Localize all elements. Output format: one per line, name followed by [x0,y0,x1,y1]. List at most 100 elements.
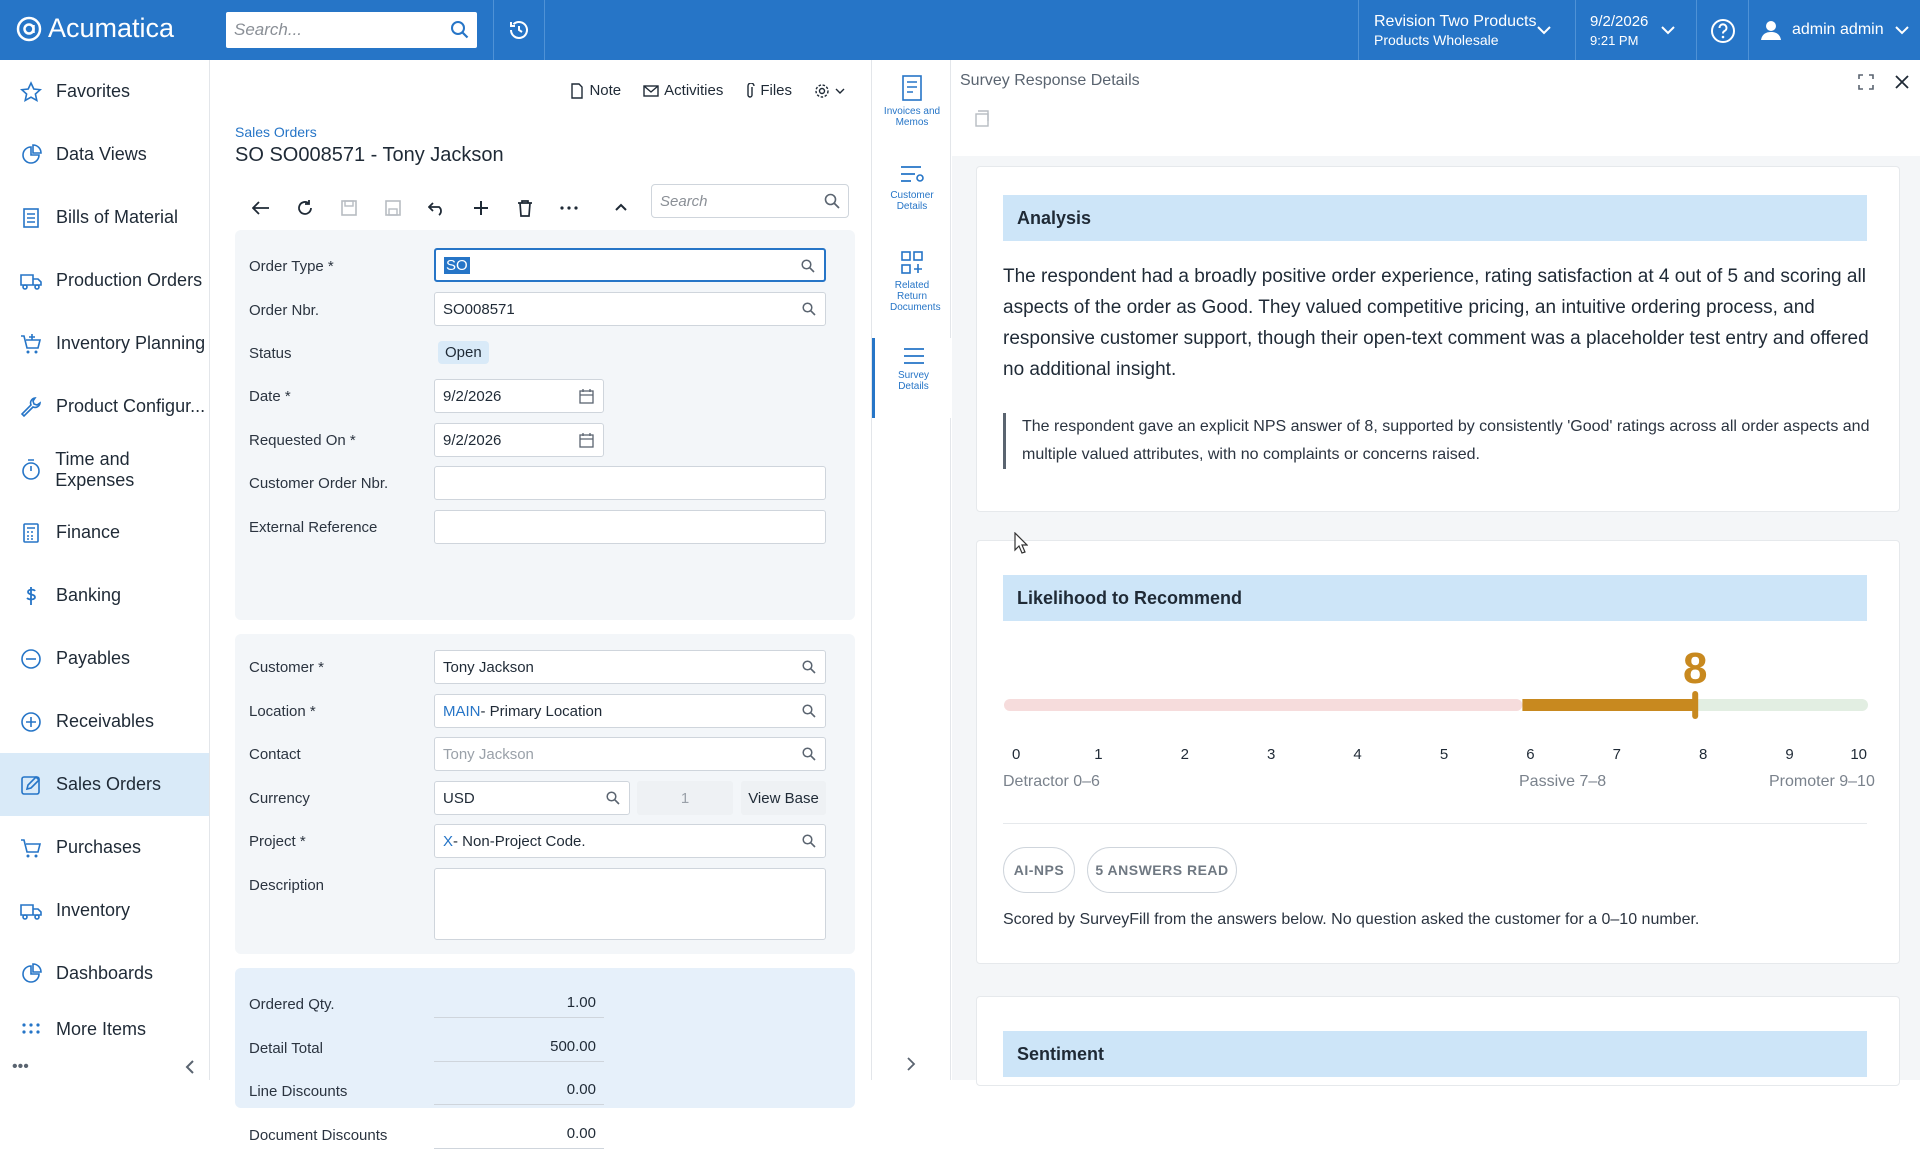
activities-link[interactable]: Activities [643,82,723,99]
description-field[interactable] [434,868,826,940]
sidebar-item-bills-of-material[interactable]: Bills of Material [0,186,209,249]
company-selector[interactable]: Revision Two Products Products Wholesale [1374,12,1536,50]
history-button[interactable] [493,0,545,60]
currency-field[interactable]: USD [434,781,630,815]
paperclip-icon [747,82,756,98]
files-link[interactable]: Files [745,82,792,99]
sidebar-item-finance[interactable]: Finance [0,501,209,564]
calendar-icon[interactable] [579,433,594,448]
breadcrumb[interactable]: Sales Orders [235,124,317,140]
chevron-down-icon[interactable] [1660,24,1676,36]
settings-menu[interactable] [814,83,845,99]
customer-order-nbr-field[interactable] [434,466,826,500]
undo-button[interactable] [415,190,459,226]
search-icon[interactable] [801,259,815,273]
sidebar-item-data-views[interactable]: Data Views [0,123,209,186]
invoices-and-memos-tab[interactable]: Invoices and Memos [872,74,952,128]
search-icon[interactable] [802,302,816,316]
save-icon[interactable] [974,110,990,128]
sidebar-item-banking[interactable]: Banking [0,564,209,627]
survey-details-tab[interactable]: Survey Details [872,338,952,418]
search-icon[interactable] [450,20,470,40]
status-badge: Open [438,341,489,364]
delete-button[interactable] [503,190,547,226]
sidebar-item-product-configur[interactable]: Product Configur... [0,375,209,438]
maximize-icon[interactable] [1858,74,1874,90]
save-close-button[interactable] [327,190,371,226]
company-name: Revision Two Products [1374,13,1537,30]
date-field[interactable]: 9/2/2026 [434,379,604,413]
search-icon[interactable] [606,791,620,805]
form-search-input[interactable]: Search [651,184,849,218]
chevron-up-icon[interactable] [614,202,628,212]
location-code[interactable]: MAIN [443,703,481,720]
search-icon[interactable] [802,834,816,848]
customer-details-tab[interactable]: Customer Details [872,164,952,212]
collapse-sidebar-icon[interactable] [184,1059,196,1075]
customer-field[interactable]: Tony Jackson [434,650,826,684]
external-reference-field[interactable] [434,510,826,544]
back-button[interactable] [239,190,283,226]
project-code[interactable]: X [443,833,453,850]
global-search-input[interactable]: Search... [226,12,477,48]
undo-icon [428,202,442,216]
save-button[interactable] [371,190,415,226]
save-close-icon [341,200,357,216]
trash-icon [518,200,532,217]
help-button[interactable] [1710,18,1736,44]
logo-text: Acumatica [48,13,175,43]
business-date-selector[interactable]: 9/2/2026 9:21 PM [1590,12,1648,50]
sentiment-card: Sentiment [976,996,1900,1086]
scale-tick-label: 4 [1353,746,1361,763]
sidebar-item-inventory-planning[interactable]: Inventory Planning [0,312,209,375]
total-label: Detail Total [249,1039,323,1057]
survey-panel-title: Survey Response Details [960,72,1140,89]
note-link[interactable]: Note [570,82,621,99]
topbar-divider [1575,0,1576,60]
grid-icon [18,1019,44,1035]
view-base-label: View Base [748,789,819,807]
chevron-down-icon [835,88,845,94]
search-icon[interactable] [802,747,816,761]
sentiment-heading: Sentiment [1003,1031,1867,1077]
search-icon[interactable] [802,660,816,674]
contact-field[interactable]: Tony Jackson [434,737,826,771]
calendar-icon[interactable] [579,389,594,404]
chevron-right-icon[interactable] [906,1056,916,1072]
location-field[interactable]: MAIN - Primary Location [434,694,826,728]
user-menu[interactable]: admin admin [1760,0,1910,60]
more-actions-button[interactable] [547,190,591,226]
business-time: 9:21 PM [1590,33,1639,48]
sidebar-item-payables[interactable]: Payables [0,627,209,690]
sidebar-item-time-and-expenses[interactable]: Time and Expenses [0,438,209,501]
sidebar-item-label: Data Views [56,144,147,164]
sidebar-item-purchases[interactable]: Purchases [0,816,209,879]
location-name: - Primary Location [480,702,603,720]
view-base-button[interactable]: View Base [741,781,826,815]
related-return-documents-tab[interactable]: Related Return Documents [872,250,952,313]
sidebar-item-sales-orders[interactable]: Sales Orders [0,753,209,816]
related-return-documents-label: Related Return Documents [890,280,941,313]
totals-card: Ordered Qty. 1.00 Detail Total 500.00 Line D… [235,968,855,1149]
order-nbr-field[interactable]: SO008571 [434,292,826,326]
acumatica-logo[interactable]: Acumatica [16,13,174,44]
close-icon[interactable] [1894,74,1910,90]
sidebar-item-inventory[interactable]: Inventory [0,879,209,942]
history-icon [510,21,528,39]
sidebar-item-label: Inventory Planning [56,333,206,353]
sidebar-item-production-orders[interactable]: Production Orders [0,249,209,312]
sidebar-item-dashboards[interactable]: Dashboards [0,942,209,1005]
refresh-button[interactable] [283,190,327,226]
sidebar-item-receivables[interactable]: Receivables [0,690,209,753]
chevron-down-icon[interactable] [1536,24,1552,36]
requested-on-field[interactable]: 9/2/2026 [434,423,604,457]
add-button[interactable] [459,190,503,226]
scale-tick-label: 3 [1267,746,1275,763]
search-icon[interactable] [802,704,816,718]
more-dots-icon[interactable]: ••• [12,1058,29,1076]
detractor-range-bar [1004,699,1523,711]
sidebar-item-favorites[interactable]: Favorites [0,60,209,123]
project-field[interactable]: X - Non-Project Code. [434,824,826,858]
order-type-field[interactable]: SO [434,248,826,282]
sidebar-item-more-items[interactable]: More Items [0,1005,209,1035]
